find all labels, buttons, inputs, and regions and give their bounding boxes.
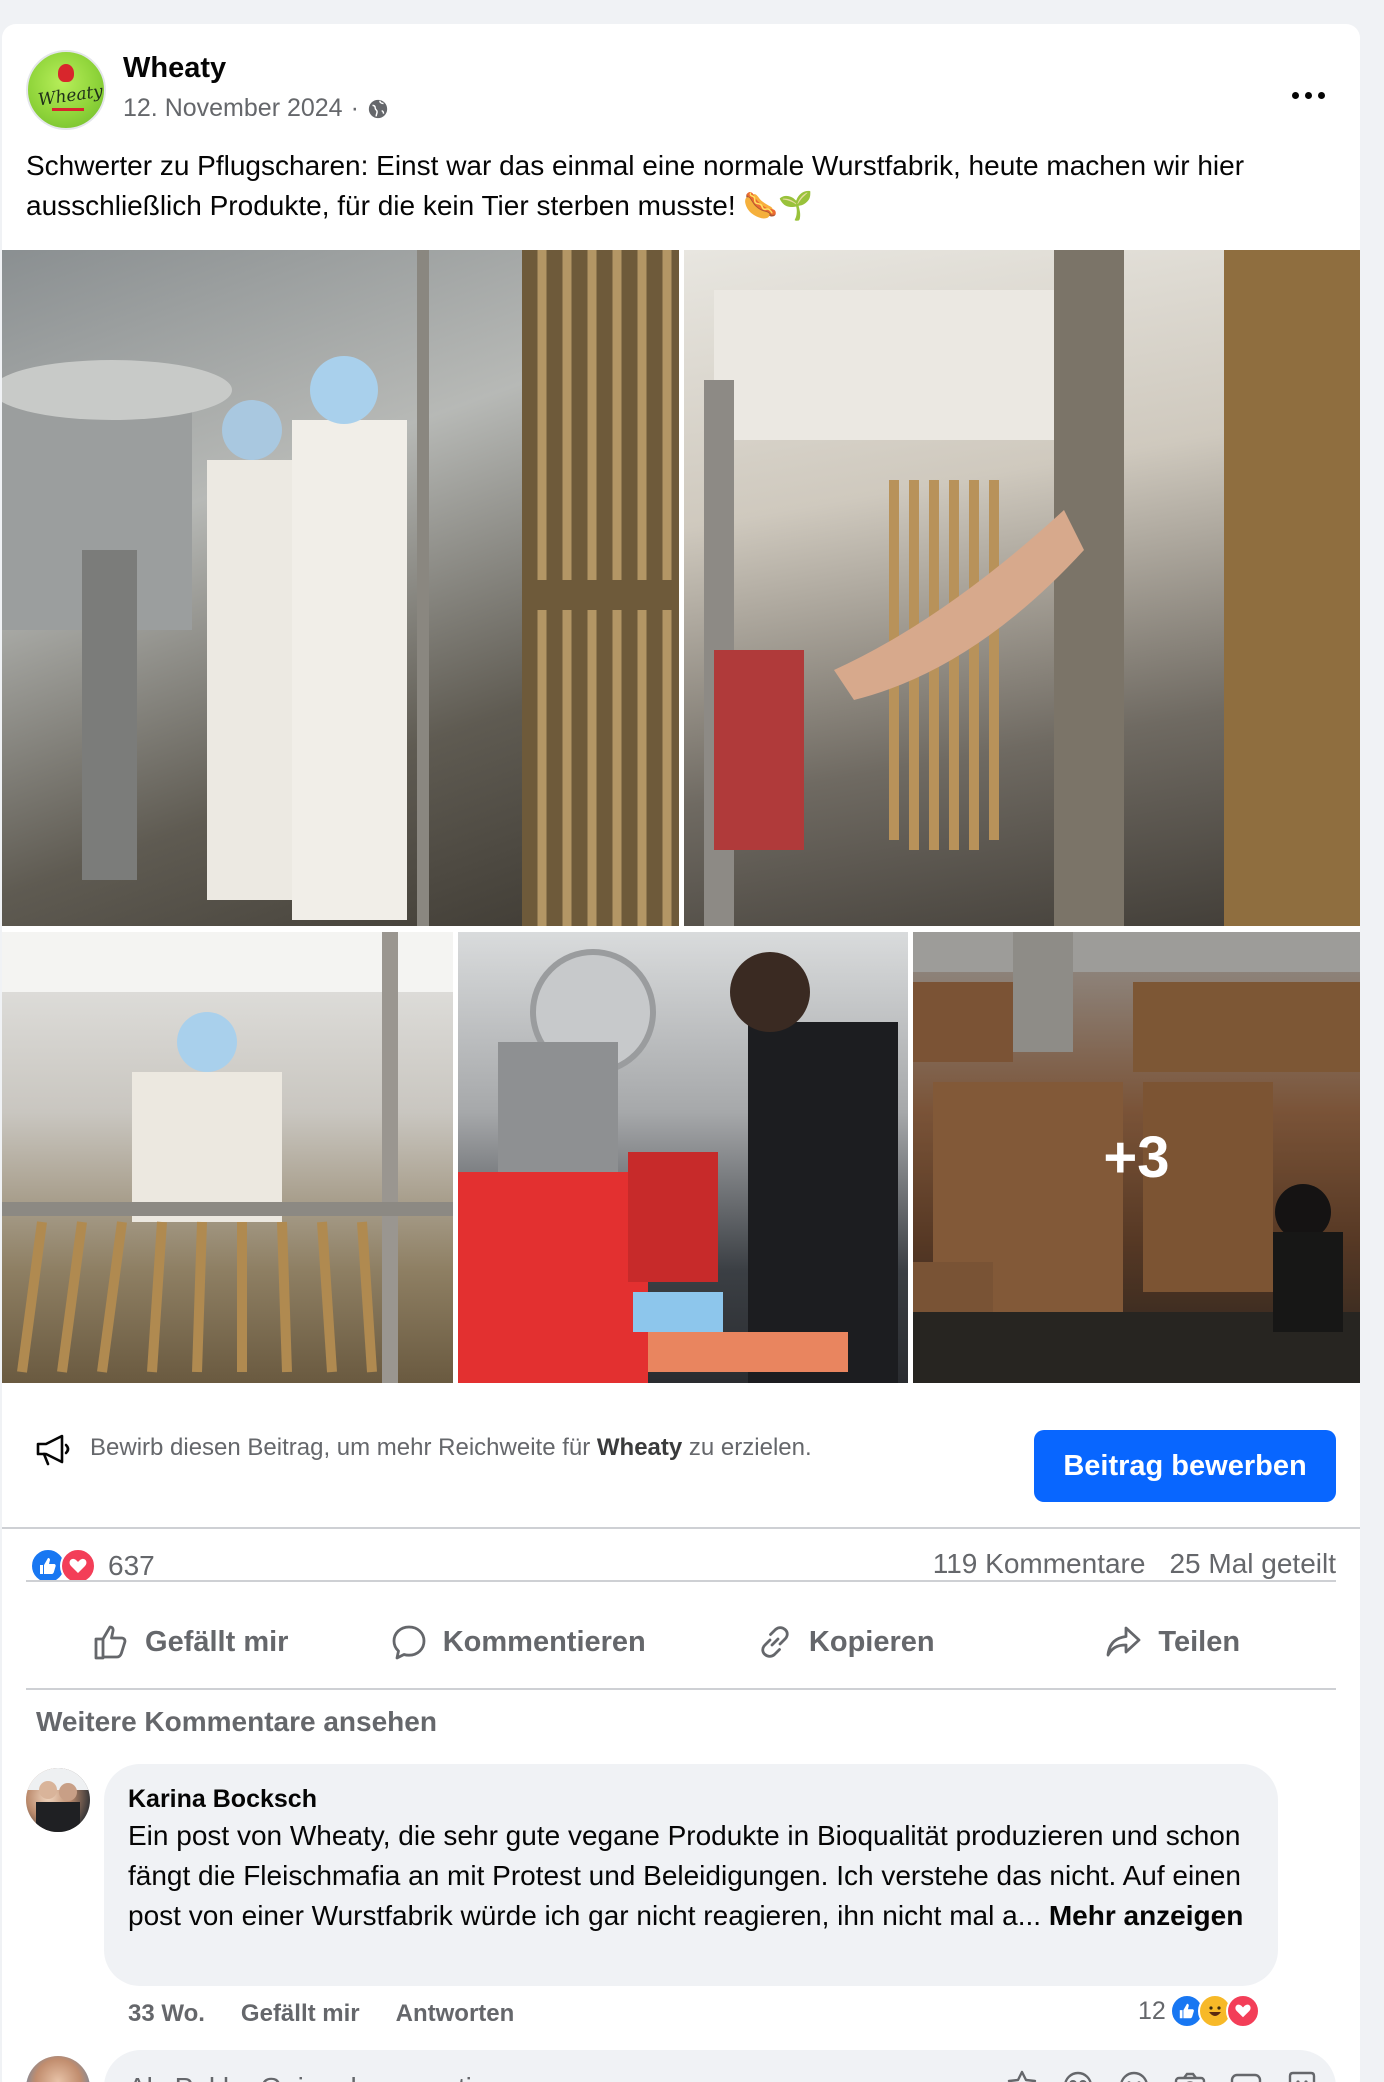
commenter-photo [26, 1768, 90, 1832]
megaphone-icon [36, 1434, 70, 1466]
promote-text-before: Bewirb diesen Beitrag, um mehr Reichweit… [90, 1434, 597, 1461]
post-meta: 12. November 2024 · [123, 94, 389, 123]
copy-label: Kopieren [808, 1625, 935, 1658]
divider [2, 1527, 1360, 1529]
worker-sausages-photo [2, 932, 453, 1383]
sticker-icon[interactable] [1284, 2068, 1320, 2082]
share-count[interactable]: 25 Mal geteilt [1169, 1548, 1336, 1580]
post-stats: 119 Kommentare 25 Mal geteilt [933, 1548, 1336, 1580]
share-label: Teilen [1158, 1625, 1241, 1658]
logo-wordmark: Wheaty [36, 81, 105, 111]
see-more-link[interactable]: Mehr anzeigen [1049, 1900, 1243, 1931]
promote-post-button[interactable]: Beitrag bewerben [1034, 1430, 1336, 1502]
promote-bar: Bewirb diesen Beitrag, um mehr Reichweit… [2, 1394, 1360, 1508]
comment-like-button[interactable]: Gefällt mir [241, 2000, 360, 2028]
avatar-icon[interactable] [1060, 2068, 1096, 2082]
share-button[interactable]: Teilen [1009, 1602, 1337, 1682]
comment-composer: GIF [104, 2050, 1336, 2082]
avatar-sticker-icon[interactable] [1004, 2068, 1040, 2082]
commenter-avatar[interactable] [26, 1768, 90, 1832]
comment-label: Kommentieren [442, 1625, 646, 1658]
page-avatar[interactable]: Wheaty [26, 50, 106, 130]
post-text: Schwerter zu Pflugscharen: Einst war das… [26, 150, 1245, 221]
share-arrow-icon [1107, 1626, 1141, 1657]
photo-5[interactable]: +3 [913, 932, 1360, 1383]
composer-tools: GIF [1004, 2068, 1320, 2082]
comment-author[interactable]: Karina Bocksch [128, 1782, 1254, 1816]
thumbs-up-icon [94, 1625, 127, 1660]
comment-reactions[interactable]: 12 [1138, 1994, 1260, 2028]
current-user-avatar[interactable] [26, 2056, 90, 2082]
gif-icon[interactable]: GIF [1228, 2068, 1264, 2082]
photo-3[interactable] [2, 932, 453, 1383]
comment-button[interactable]: Kommentieren [354, 1602, 682, 1682]
like-button[interactable]: Gefällt mir [26, 1602, 354, 1682]
like-label: Gefällt mir [145, 1625, 289, 1658]
link-icon [761, 1626, 789, 1658]
page-name[interactable]: Wheaty [123, 52, 226, 85]
logo-leaf-icon [58, 64, 74, 82]
photo-2[interactable] [684, 250, 1360, 926]
comment-bubble-icon [392, 1625, 426, 1660]
comment-text: Ein post von Wheaty, die sehr gute vegan… [128, 1816, 1254, 1936]
photo-4[interactable] [458, 932, 908, 1383]
promote-text-after: zu erzielen. [682, 1434, 812, 1461]
view-more-comments-link[interactable]: Weitere Kommentare ansehen [36, 1706, 437, 1738]
comment-count[interactable]: 119 Kommentare [933, 1548, 1146, 1580]
sausage-rack-photo [704, 250, 1360, 926]
camera-icon[interactable] [1172, 2068, 1208, 2082]
more-options-button[interactable] [1286, 80, 1330, 110]
photo-1[interactable] [2, 250, 679, 926]
comment-reply-button[interactable]: Antworten [396, 2000, 515, 2028]
more-photos-overlay[interactable]: +3 [913, 932, 1360, 1383]
comment-reaction-count: 12 [1138, 1996, 1166, 2025]
dot-icon [1304, 91, 1312, 99]
divider [26, 1580, 1336, 1582]
factory-workers-photo [2, 250, 679, 926]
comment-bubble: Karina Bocksch Ein post von Wheaty, die … [104, 1764, 1278, 1986]
post-card: Wheaty Wheaty 12. November 2024 · Schwer… [2, 24, 1360, 2082]
love-reaction-icon [1225, 1994, 1260, 2028]
packaging-worker-photo [458, 949, 898, 1383]
post-date[interactable]: 12. November 2024 [123, 94, 343, 123]
comment-time[interactable]: 33 Wo. [128, 2000, 205, 2028]
logo-underline [52, 108, 84, 111]
divider [26, 1688, 1336, 1690]
promote-page-name: Wheaty [596, 1434, 683, 1461]
comment-input[interactable] [128, 2068, 828, 2082]
comment-meta: 33 Wo. Gefällt mir Antworten [128, 2000, 514, 2028]
globe-icon[interactable] [367, 98, 389, 120]
dot-icon [1291, 91, 1299, 99]
reaction-count: 637 [108, 1550, 155, 1581]
action-bar: Gefällt mir Kommentieren Kopieren Teilen [26, 1602, 1336, 1682]
copy-button[interactable]: Kopieren [681, 1602, 1009, 1682]
promote-text: Bewirb diesen Beitrag, um mehr Reichweit… [90, 1434, 812, 1462]
love-reaction-icon [60, 1548, 96, 1584]
meta-separator: · [350, 94, 359, 122]
emoji-icon[interactable] [1116, 2068, 1152, 2082]
dot-icon [1317, 91, 1325, 99]
